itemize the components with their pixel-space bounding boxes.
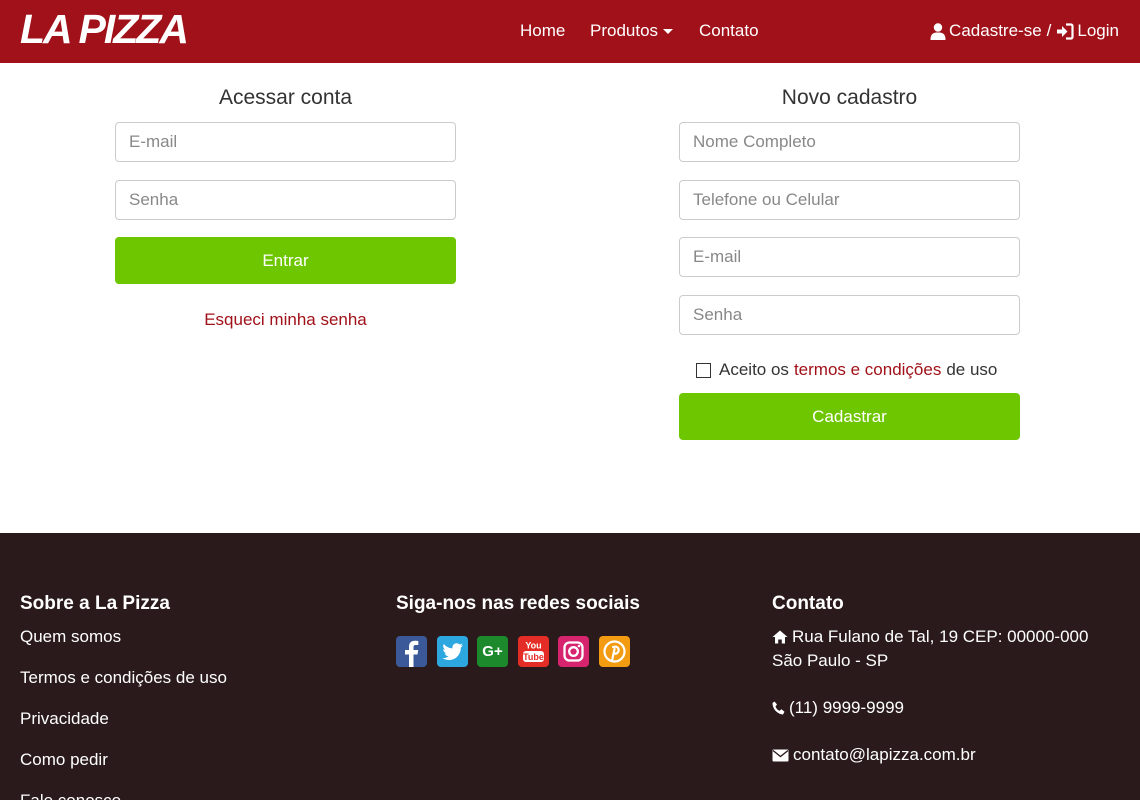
register-email-input[interactable] <box>679 237 1020 277</box>
contact-email: contato@lapizza.com.br <box>772 745 976 765</box>
terms-link[interactable]: termos e condições <box>794 360 941 380</box>
terms-prefix: Aceito os <box>719 360 789 379</box>
login-email-input[interactable] <box>115 122 456 162</box>
twitter-icon[interactable] <box>436 636 468 667</box>
instagram-icon[interactable] <box>558 636 589 667</box>
footer-social-title: Siga-nos nas redes sociais <box>396 593 640 614</box>
login-link[interactable]: Login <box>1056 21 1119 41</box>
envelope-icon <box>772 749 789 761</box>
contact-address-line2: São Paulo - SP <box>772 651 889 670</box>
terms-suffix: de uso <box>946 360 998 379</box>
pinterest-icon[interactable] <box>598 636 630 667</box>
account-separator: / <box>1046 21 1052 40</box>
signup-link[interactable]: Cadastre-se <box>930 21 1042 41</box>
forgot-password-link[interactable]: Esqueci minha senha <box>115 310 456 330</box>
footer: Sobre a La Pizza Quem somos Termos e con… <box>0 533 1140 800</box>
contact-address: Rua Fulano de Tal, 19 CEP: 00000-000 <box>772 627 1088 647</box>
login-title: Acessar conta <box>218 86 353 109</box>
home-icon <box>772 630 788 644</box>
svg-text:You: You <box>525 641 541 651</box>
footer-link-termos[interactable]: Termos e condições de uso <box>20 668 227 688</box>
login-submit-button[interactable]: Entrar <box>115 237 456 284</box>
navbar: LA PIZZA Home Produtos Contato Cadastre-… <box>0 0 1140 63</box>
terms-row: Aceito os termos e condições de uso <box>696 360 997 380</box>
user-icon <box>930 22 946 40</box>
nav-produtos-dropdown[interactable]: Produtos <box>590 21 674 41</box>
facebook-icon[interactable] <box>396 636 427 667</box>
signup-label: Cadastre-se <box>949 21 1042 40</box>
footer-link-quem-somos[interactable]: Quem somos <box>20 627 121 647</box>
nav-produtos-label: Produtos <box>590 21 659 40</box>
nav-contato[interactable]: Contato <box>699 21 759 41</box>
register-submit-button[interactable]: Cadastrar <box>679 393 1020 440</box>
contact-phone: (11) 9999-9999 <box>772 698 904 718</box>
google-plus-icon[interactable]: G+ <box>477 636 508 667</box>
contact-address-line1: Rua Fulano de Tal, 19 CEP: 00000-000 <box>792 627 1089 646</box>
contact-email-address[interactable]: contato@lapizza.com.br <box>793 745 976 765</box>
account-links: Cadastre-se / Login <box>930 21 1119 41</box>
register-title: Novo cadastro <box>781 86 918 109</box>
register-password-input[interactable] <box>679 295 1020 335</box>
footer-about-title: Sobre a La Pizza <box>20 593 170 614</box>
brand-logo[interactable]: LA PIZZA <box>20 6 189 52</box>
nav-home[interactable]: Home <box>520 21 565 41</box>
footer-link-fale-conosco[interactable]: Fale conosco <box>20 791 121 800</box>
social-icons: G+ You Tube <box>396 636 639 667</box>
footer-link-como-pedir[interactable]: Como pedir <box>20 750 108 770</box>
footer-contact-title: Contato <box>772 593 844 614</box>
sign-in-icon <box>1057 22 1074 40</box>
terms-checkbox[interactable] <box>696 362 711 378</box>
footer-link-privacidade[interactable]: Privacidade <box>20 709 109 729</box>
register-name-input[interactable] <box>679 122 1020 162</box>
phone-icon <box>772 701 785 715</box>
youtube-icon[interactable]: You Tube <box>517 636 549 667</box>
caret-down-icon <box>663 29 674 35</box>
login-label: Login <box>1077 21 1119 40</box>
login-password-input[interactable] <box>115 180 456 220</box>
contact-phone-number: (11) 9999-9999 <box>789 698 904 717</box>
register-phone-input[interactable] <box>679 180 1020 220</box>
svg-text:Tube: Tube <box>523 652 544 662</box>
